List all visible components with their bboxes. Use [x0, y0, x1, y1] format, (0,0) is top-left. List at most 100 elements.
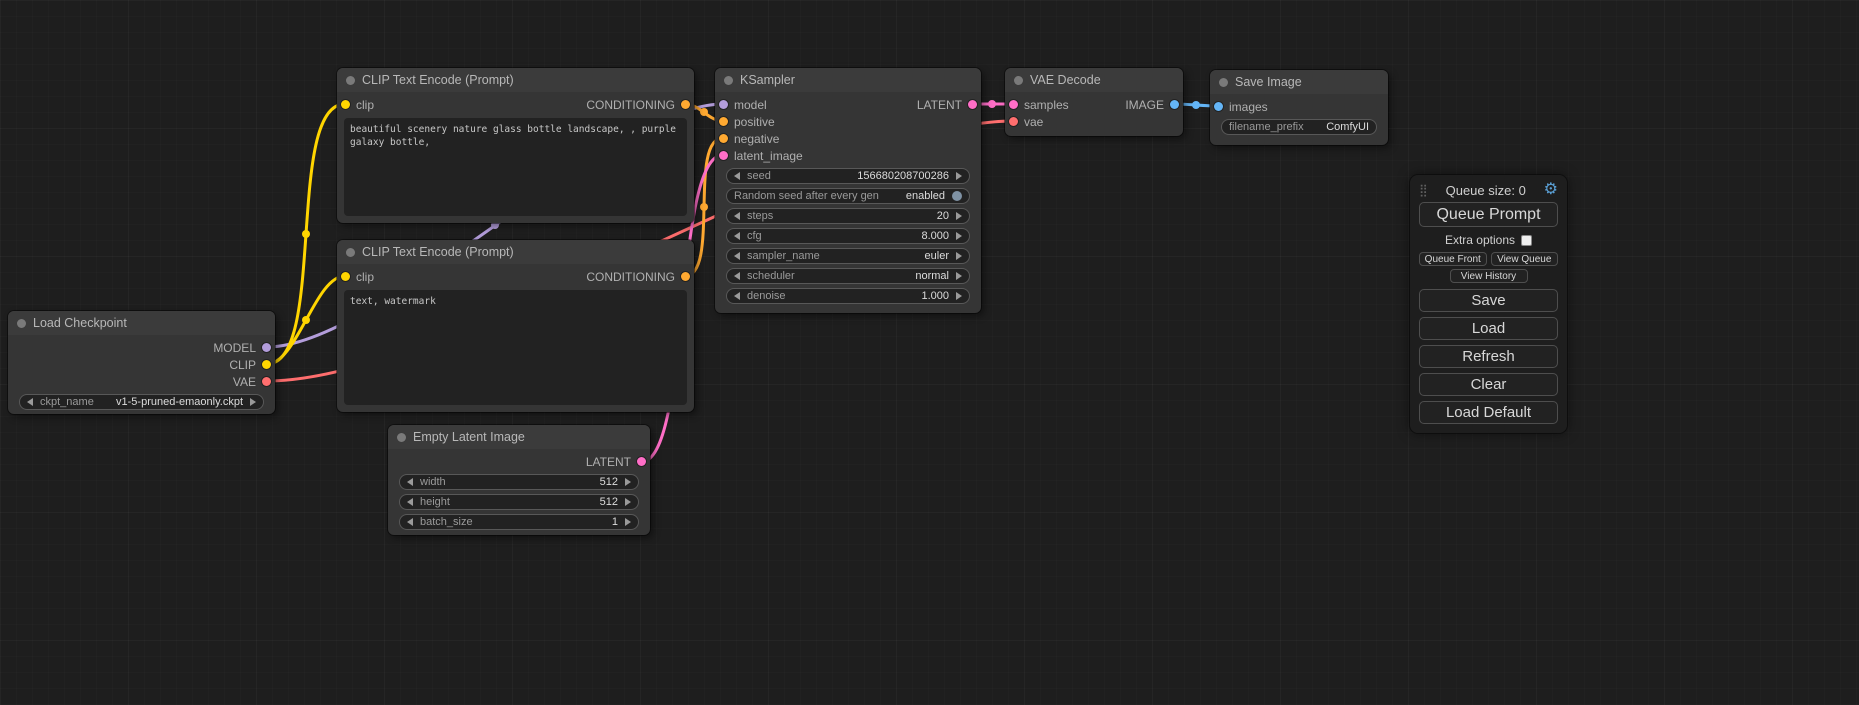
negative-input-dot[interactable]	[719, 134, 728, 143]
save-button[interactable]: Save	[1419, 289, 1558, 312]
model-input-dot[interactable]	[719, 100, 728, 109]
decrement-arrow-icon[interactable]	[407, 478, 413, 486]
decrement-arrow-icon[interactable]	[734, 232, 740, 240]
node-title-bar[interactable]: KSampler	[715, 68, 981, 92]
collapse-dot-icon[interactable]	[346, 248, 355, 257]
denoise-widget[interactable]: denoise 1.000	[726, 288, 970, 304]
increment-arrow-icon[interactable]	[625, 518, 631, 526]
collapse-dot-icon[interactable]	[1014, 76, 1023, 85]
settings-gear-icon[interactable]: ⚙	[1544, 182, 1558, 198]
node-title-bar[interactable]: Load Checkpoint	[8, 311, 275, 335]
output-slot-model[interactable]: MODEL	[213, 341, 271, 355]
node-title-bar[interactable]: CLIP Text Encode (Prompt)	[337, 68, 694, 92]
increment-arrow-icon[interactable]	[625, 498, 631, 506]
collapse-dot-icon[interactable]	[1219, 78, 1228, 87]
width-widget[interactable]: width 512	[399, 474, 639, 490]
input-slot-negative[interactable]: negative	[719, 132, 779, 146]
seed-control-widget[interactable]: Random seed after every gen enabled	[726, 188, 970, 204]
input-slot-clip[interactable]: clip	[341, 98, 374, 112]
extra-options-checkbox[interactable]	[1521, 235, 1532, 246]
conditioning-output-dot[interactable]	[681, 100, 690, 109]
decrement-arrow-icon[interactable]	[734, 292, 740, 300]
seed-control-toggle-dot[interactable]	[952, 191, 962, 201]
collapse-dot-icon[interactable]	[17, 319, 26, 328]
clip-input-dot[interactable]	[341, 100, 350, 109]
increment-arrow-icon[interactable]	[250, 398, 256, 406]
output-slot-image[interactable]: IMAGE	[1125, 98, 1179, 112]
vae-output-dot[interactable]	[262, 377, 271, 386]
input-slot-clip[interactable]: clip	[341, 270, 374, 284]
sampler-name-widget[interactable]: sampler_name euler	[726, 248, 970, 264]
output-slot-clip[interactable]: CLIP	[229, 358, 271, 372]
load-button[interactable]: Load	[1419, 317, 1558, 340]
image-output-dot[interactable]	[1170, 100, 1179, 109]
steps-widget[interactable]: steps 20	[726, 208, 970, 224]
collapse-dot-icon[interactable]	[397, 433, 406, 442]
decrement-arrow-icon[interactable]	[734, 212, 740, 220]
output-slot-conditioning[interactable]: CONDITIONING	[586, 98, 690, 112]
view-queue-button[interactable]: View Queue	[1491, 252, 1559, 266]
comfy-menu-panel[interactable]: ⣿ Queue size: 0 ⚙ Queue Prompt Extra opt…	[1410, 175, 1567, 433]
node-empty-latent-image[interactable]: Empty Latent Image LATENT width 512 heig…	[388, 425, 650, 535]
collapse-dot-icon[interactable]	[724, 76, 733, 85]
decrement-arrow-icon[interactable]	[734, 172, 740, 180]
input-slot-model[interactable]: model	[719, 98, 767, 112]
height-widget[interactable]: height 512	[399, 494, 639, 510]
output-slot-vae[interactable]: VAE	[233, 375, 271, 389]
input-slot-samples[interactable]: samples	[1009, 98, 1069, 112]
increment-arrow-icon[interactable]	[956, 292, 962, 300]
cfg-widget[interactable]: cfg 8.000	[726, 228, 970, 244]
increment-arrow-icon[interactable]	[956, 212, 962, 220]
decrement-arrow-icon[interactable]	[27, 398, 33, 406]
latent-image-input-dot[interactable]	[719, 151, 728, 160]
ckpt-name-widget[interactable]: ckpt_name v1-5-pruned-emaonly.ckpt	[19, 394, 264, 410]
node-title-bar[interactable]: CLIP Text Encode (Prompt)	[337, 240, 694, 264]
refresh-button[interactable]: Refresh	[1419, 345, 1558, 368]
conditioning-output-dot[interactable]	[681, 272, 690, 281]
decrement-arrow-icon[interactable]	[407, 498, 413, 506]
clip-input-dot[interactable]	[341, 272, 350, 281]
images-input-dot[interactable]	[1214, 102, 1223, 111]
positive-input-dot[interactable]	[719, 117, 728, 126]
latent-output-dot[interactable]	[637, 457, 646, 466]
increment-arrow-icon[interactable]	[956, 232, 962, 240]
filename-prefix-widget[interactable]: filename_prefix ComfyUI	[1221, 119, 1377, 135]
menu-drag-handle-icon[interactable]: ⣿	[1419, 183, 1428, 197]
output-slot-latent[interactable]: LATENT	[586, 455, 646, 469]
input-slot-images[interactable]: images	[1214, 100, 1268, 114]
node-clip-text-encode-negative[interactable]: CLIP Text Encode (Prompt) clip CONDITION…	[337, 240, 694, 412]
increment-arrow-icon[interactable]	[956, 272, 962, 280]
comfyui-node-canvas[interactable]: { "colors": { "model": "#b39ddb", "clip"…	[0, 0, 1859, 705]
scheduler-widget[interactable]: scheduler normal	[726, 268, 970, 284]
node-ksampler[interactable]: KSampler model LATENT positive negative	[715, 68, 981, 313]
increment-arrow-icon[interactable]	[625, 478, 631, 486]
negative-prompt-textarea[interactable]: text, watermark	[344, 290, 687, 405]
output-slot-latent[interactable]: LATENT	[917, 98, 977, 112]
seed-widget[interactable]: seed 156680208700286	[726, 168, 970, 184]
clip-output-dot[interactable]	[262, 360, 271, 369]
samples-input-dot[interactable]	[1009, 100, 1018, 109]
decrement-arrow-icon[interactable]	[407, 518, 413, 526]
queue-prompt-button[interactable]: Queue Prompt	[1419, 202, 1558, 227]
input-slot-vae[interactable]: vae	[1009, 115, 1043, 129]
decrement-arrow-icon[interactable]	[734, 272, 740, 280]
node-vae-decode[interactable]: VAE Decode samples IMAGE vae	[1005, 68, 1183, 136]
input-slot-positive[interactable]: positive	[719, 115, 775, 129]
node-load-checkpoint[interactable]: Load Checkpoint MODEL CLIP VAE ckpt_name…	[8, 311, 275, 414]
load-default-button[interactable]: Load Default	[1419, 401, 1558, 424]
decrement-arrow-icon[interactable]	[734, 252, 740, 260]
latent-output-dot[interactable]	[968, 100, 977, 109]
node-title-bar[interactable]: Save Image	[1210, 70, 1388, 94]
vae-input-dot[interactable]	[1009, 117, 1018, 126]
queue-front-button[interactable]: Queue Front	[1419, 252, 1487, 266]
node-save-image[interactable]: Save Image images filename_prefix ComfyU…	[1210, 70, 1388, 145]
node-clip-text-encode-positive[interactable]: CLIP Text Encode (Prompt) clip CONDITION…	[337, 68, 694, 223]
node-title-bar[interactable]: Empty Latent Image	[388, 425, 650, 449]
node-title-bar[interactable]: VAE Decode	[1005, 68, 1183, 92]
positive-prompt-textarea[interactable]: beautiful scenery nature glass bottle la…	[344, 118, 687, 216]
clear-button[interactable]: Clear	[1419, 373, 1558, 396]
increment-arrow-icon[interactable]	[956, 252, 962, 260]
output-slot-conditioning[interactable]: CONDITIONING	[586, 270, 690, 284]
batch-size-widget[interactable]: batch_size 1	[399, 514, 639, 530]
increment-arrow-icon[interactable]	[956, 172, 962, 180]
